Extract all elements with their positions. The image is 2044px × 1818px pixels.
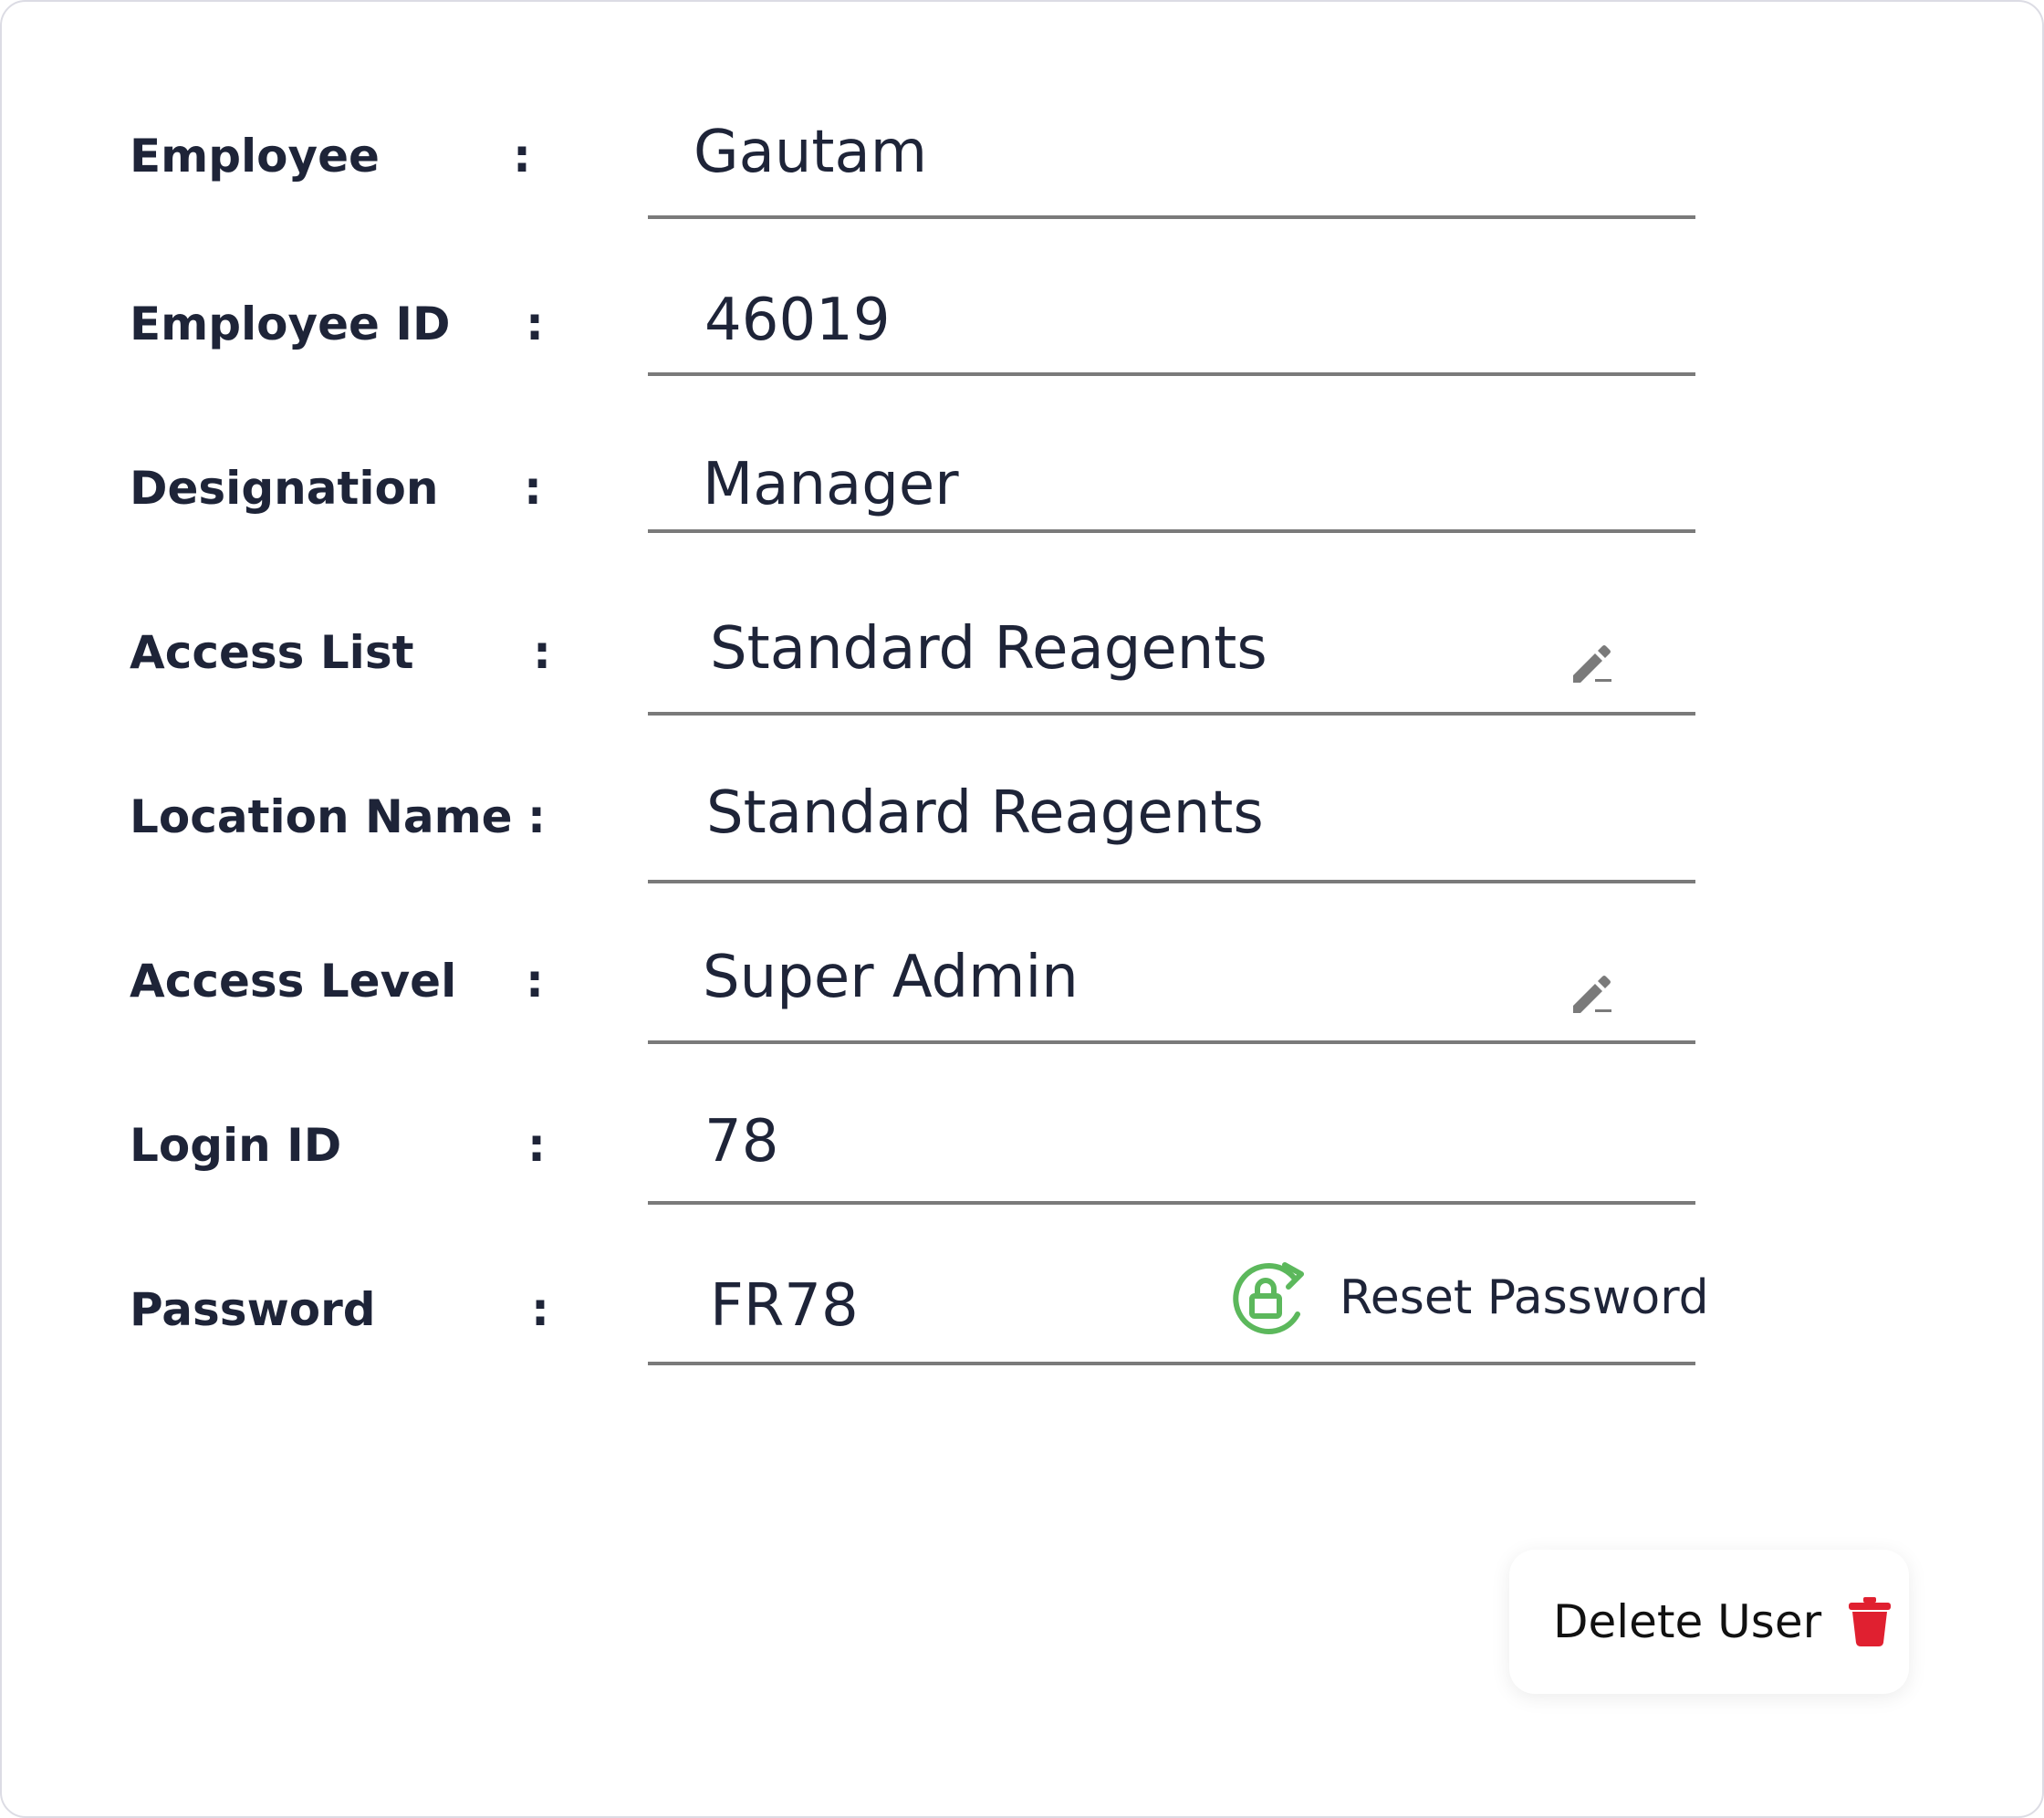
access-level-value[interactable]: Super Admin	[703, 944, 1079, 1011]
location-name-value[interactable]: Standard Reagents	[706, 779, 1264, 847]
delete-user-button[interactable]: Delete User	[1509, 1550, 1909, 1694]
password-value[interactable]: FR78	[710, 1272, 859, 1340]
password-underline	[648, 1362, 1695, 1365]
access-list-value[interactable]: Standard Reagents	[710, 615, 1267, 683]
location-name-label: Location Name	[130, 790, 513, 843]
access-level-underline	[648, 1040, 1695, 1044]
login-id-value[interactable]: 78	[704, 1108, 778, 1175]
access-level-pencil-icon[interactable]	[1568, 969, 1617, 1017]
password-label: Password	[130, 1283, 376, 1336]
employee-id-colon: :	[526, 298, 544, 350]
designation-colon: :	[524, 462, 542, 515]
designation-label: Designation	[130, 462, 439, 515]
location-name-underline	[648, 880, 1695, 883]
employee-colon: :	[513, 130, 531, 183]
employee-id-value[interactable]: 46019	[704, 287, 891, 354]
access-list-underline	[648, 712, 1695, 716]
access-list-pencil-icon[interactable]	[1568, 639, 1617, 686]
login-id-label: Login ID	[130, 1119, 342, 1172]
reset-password-label: Reset Password	[1340, 1270, 1709, 1325]
designation-value[interactable]: Manager	[703, 451, 959, 518]
employee-details-card: Employee : Gautam Employee ID : 46019 De…	[0, 0, 2044, 1818]
lock-refresh-icon	[1233, 1262, 1304, 1334]
password-colon: :	[531, 1283, 549, 1336]
login-id-colon: :	[527, 1119, 546, 1172]
employee-id-underline	[648, 372, 1695, 376]
access-list-label: Access List	[130, 626, 414, 679]
designation-underline	[648, 529, 1695, 533]
access-level-label: Access Level	[130, 955, 457, 1008]
employee-label: Employee	[130, 130, 380, 183]
login-id-underline	[648, 1201, 1695, 1205]
reset-password-button[interactable]: Reset Password	[1225, 1252, 1709, 1343]
delete-user-label: Delete User	[1553, 1595, 1822, 1648]
employee-id-label: Employee ID	[130, 298, 451, 350]
access-level-colon: :	[526, 955, 544, 1008]
location-name-colon: :	[527, 790, 546, 843]
access-list-colon: :	[533, 626, 551, 679]
trash-icon	[1849, 1597, 1892, 1646]
employee-value[interactable]: Gautam	[694, 119, 927, 186]
employee-underline	[648, 215, 1695, 219]
